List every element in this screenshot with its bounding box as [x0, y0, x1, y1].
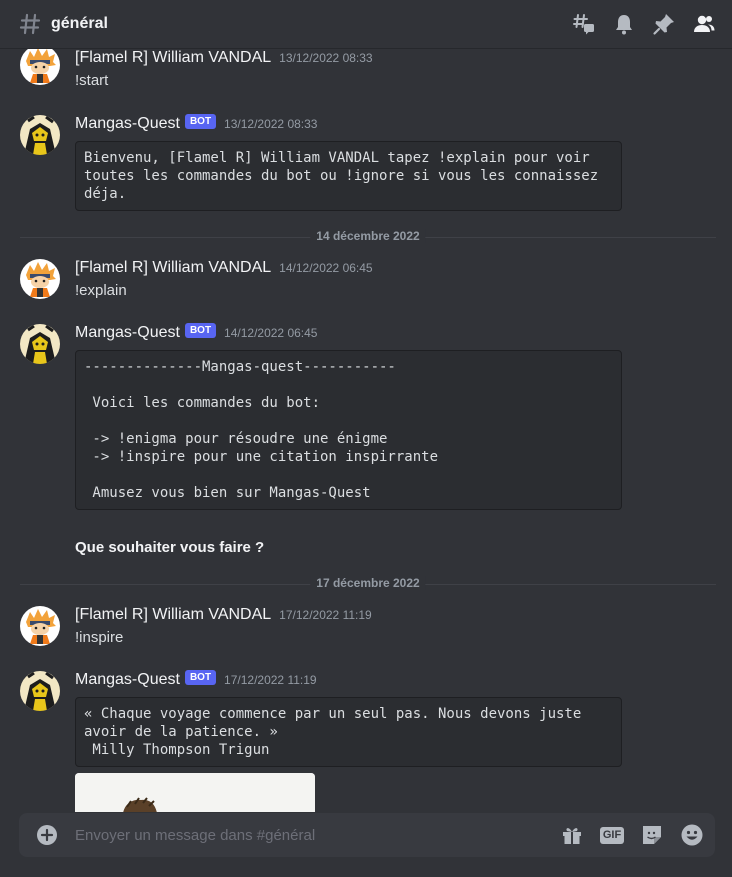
message-author[interactable]: Mangas-Quest	[75, 115, 180, 133]
composer-toolbar: GIF	[559, 822, 705, 848]
pin-icon[interactable]	[652, 12, 676, 36]
member-list-icon[interactable]	[692, 12, 716, 36]
message-author[interactable]: [Flamel R] William VANDAL	[75, 259, 271, 277]
message-content: Que souhaiter vous faire ?	[75, 539, 265, 556]
message-author[interactable]: Mangas-Quest	[75, 324, 180, 342]
message-list[interactable]: [Flamel R] William VANDAL 13/12/2022 08:…	[0, 49, 732, 812]
bot-badge: BOT	[184, 323, 217, 338]
avatar[interactable]	[20, 49, 60, 85]
header-toolbar	[572, 12, 716, 36]
date-divider-label: 17 décembre 2022	[310, 576, 426, 590]
hashtag-icon	[19, 13, 41, 35]
add-attachment-icon[interactable]	[35, 823, 59, 847]
code-block: « Chaque voyage commence par un seul pas…	[75, 697, 622, 767]
date-divider: 14 décembre 2022	[20, 229, 716, 243]
bot-badge: BOT	[184, 114, 217, 129]
avatar[interactable]	[20, 259, 60, 299]
code-block: --------------Mangas-quest----------- Vo…	[75, 350, 622, 510]
composer-area: GIF	[0, 812, 732, 877]
message-content: !start	[75, 72, 109, 89]
threads-icon[interactable]	[572, 12, 596, 36]
date-divider-label: 14 décembre 2022	[310, 229, 426, 243]
message-timestamp: 14/12/2022 06:45	[224, 326, 318, 340]
date-divider: 17 décembre 2022	[20, 576, 716, 590]
message-author[interactable]: [Flamel R] William VANDAL	[75, 49, 271, 67]
message-timestamp: 17/12/2022 11:19	[224, 673, 317, 687]
avatar[interactable]	[20, 324, 60, 364]
message-timestamp: 14/12/2022 06:45	[279, 261, 373, 275]
message-timestamp: 13/12/2022 08:33	[279, 51, 373, 65]
channel-name: général	[51, 15, 108, 32]
channel-header: général	[0, 0, 732, 49]
code-block: Bienvenu, [Flamel R] William VANDAL tape…	[75, 141, 622, 211]
message-timestamp: 13/12/2022 08:33	[224, 117, 318, 131]
message-composer: GIF	[19, 813, 715, 857]
message-author[interactable]: [Flamel R] William VANDAL	[75, 606, 271, 624]
avatar[interactable]	[20, 115, 60, 155]
gif-label: GIF	[599, 826, 625, 844]
message-input[interactable]	[75, 826, 559, 844]
avatar[interactable]	[20, 671, 60, 711]
emoji-icon[interactable]	[679, 822, 705, 848]
gift-icon[interactable]	[559, 822, 585, 848]
avatar[interactable]	[20, 606, 60, 646]
message-author[interactable]: Mangas-Quest	[75, 671, 180, 689]
gif-icon[interactable]: GIF	[599, 822, 625, 848]
message-content: !inspire	[75, 629, 124, 646]
notification-bell-icon[interactable]	[612, 12, 636, 36]
message-content: !explain	[75, 282, 127, 299]
bot-badge: BOT	[184, 670, 217, 685]
sticker-icon[interactable]	[639, 822, 665, 848]
message-timestamp: 17/12/2022 11:19	[279, 608, 372, 622]
image-attachment[interactable]	[75, 773, 315, 812]
